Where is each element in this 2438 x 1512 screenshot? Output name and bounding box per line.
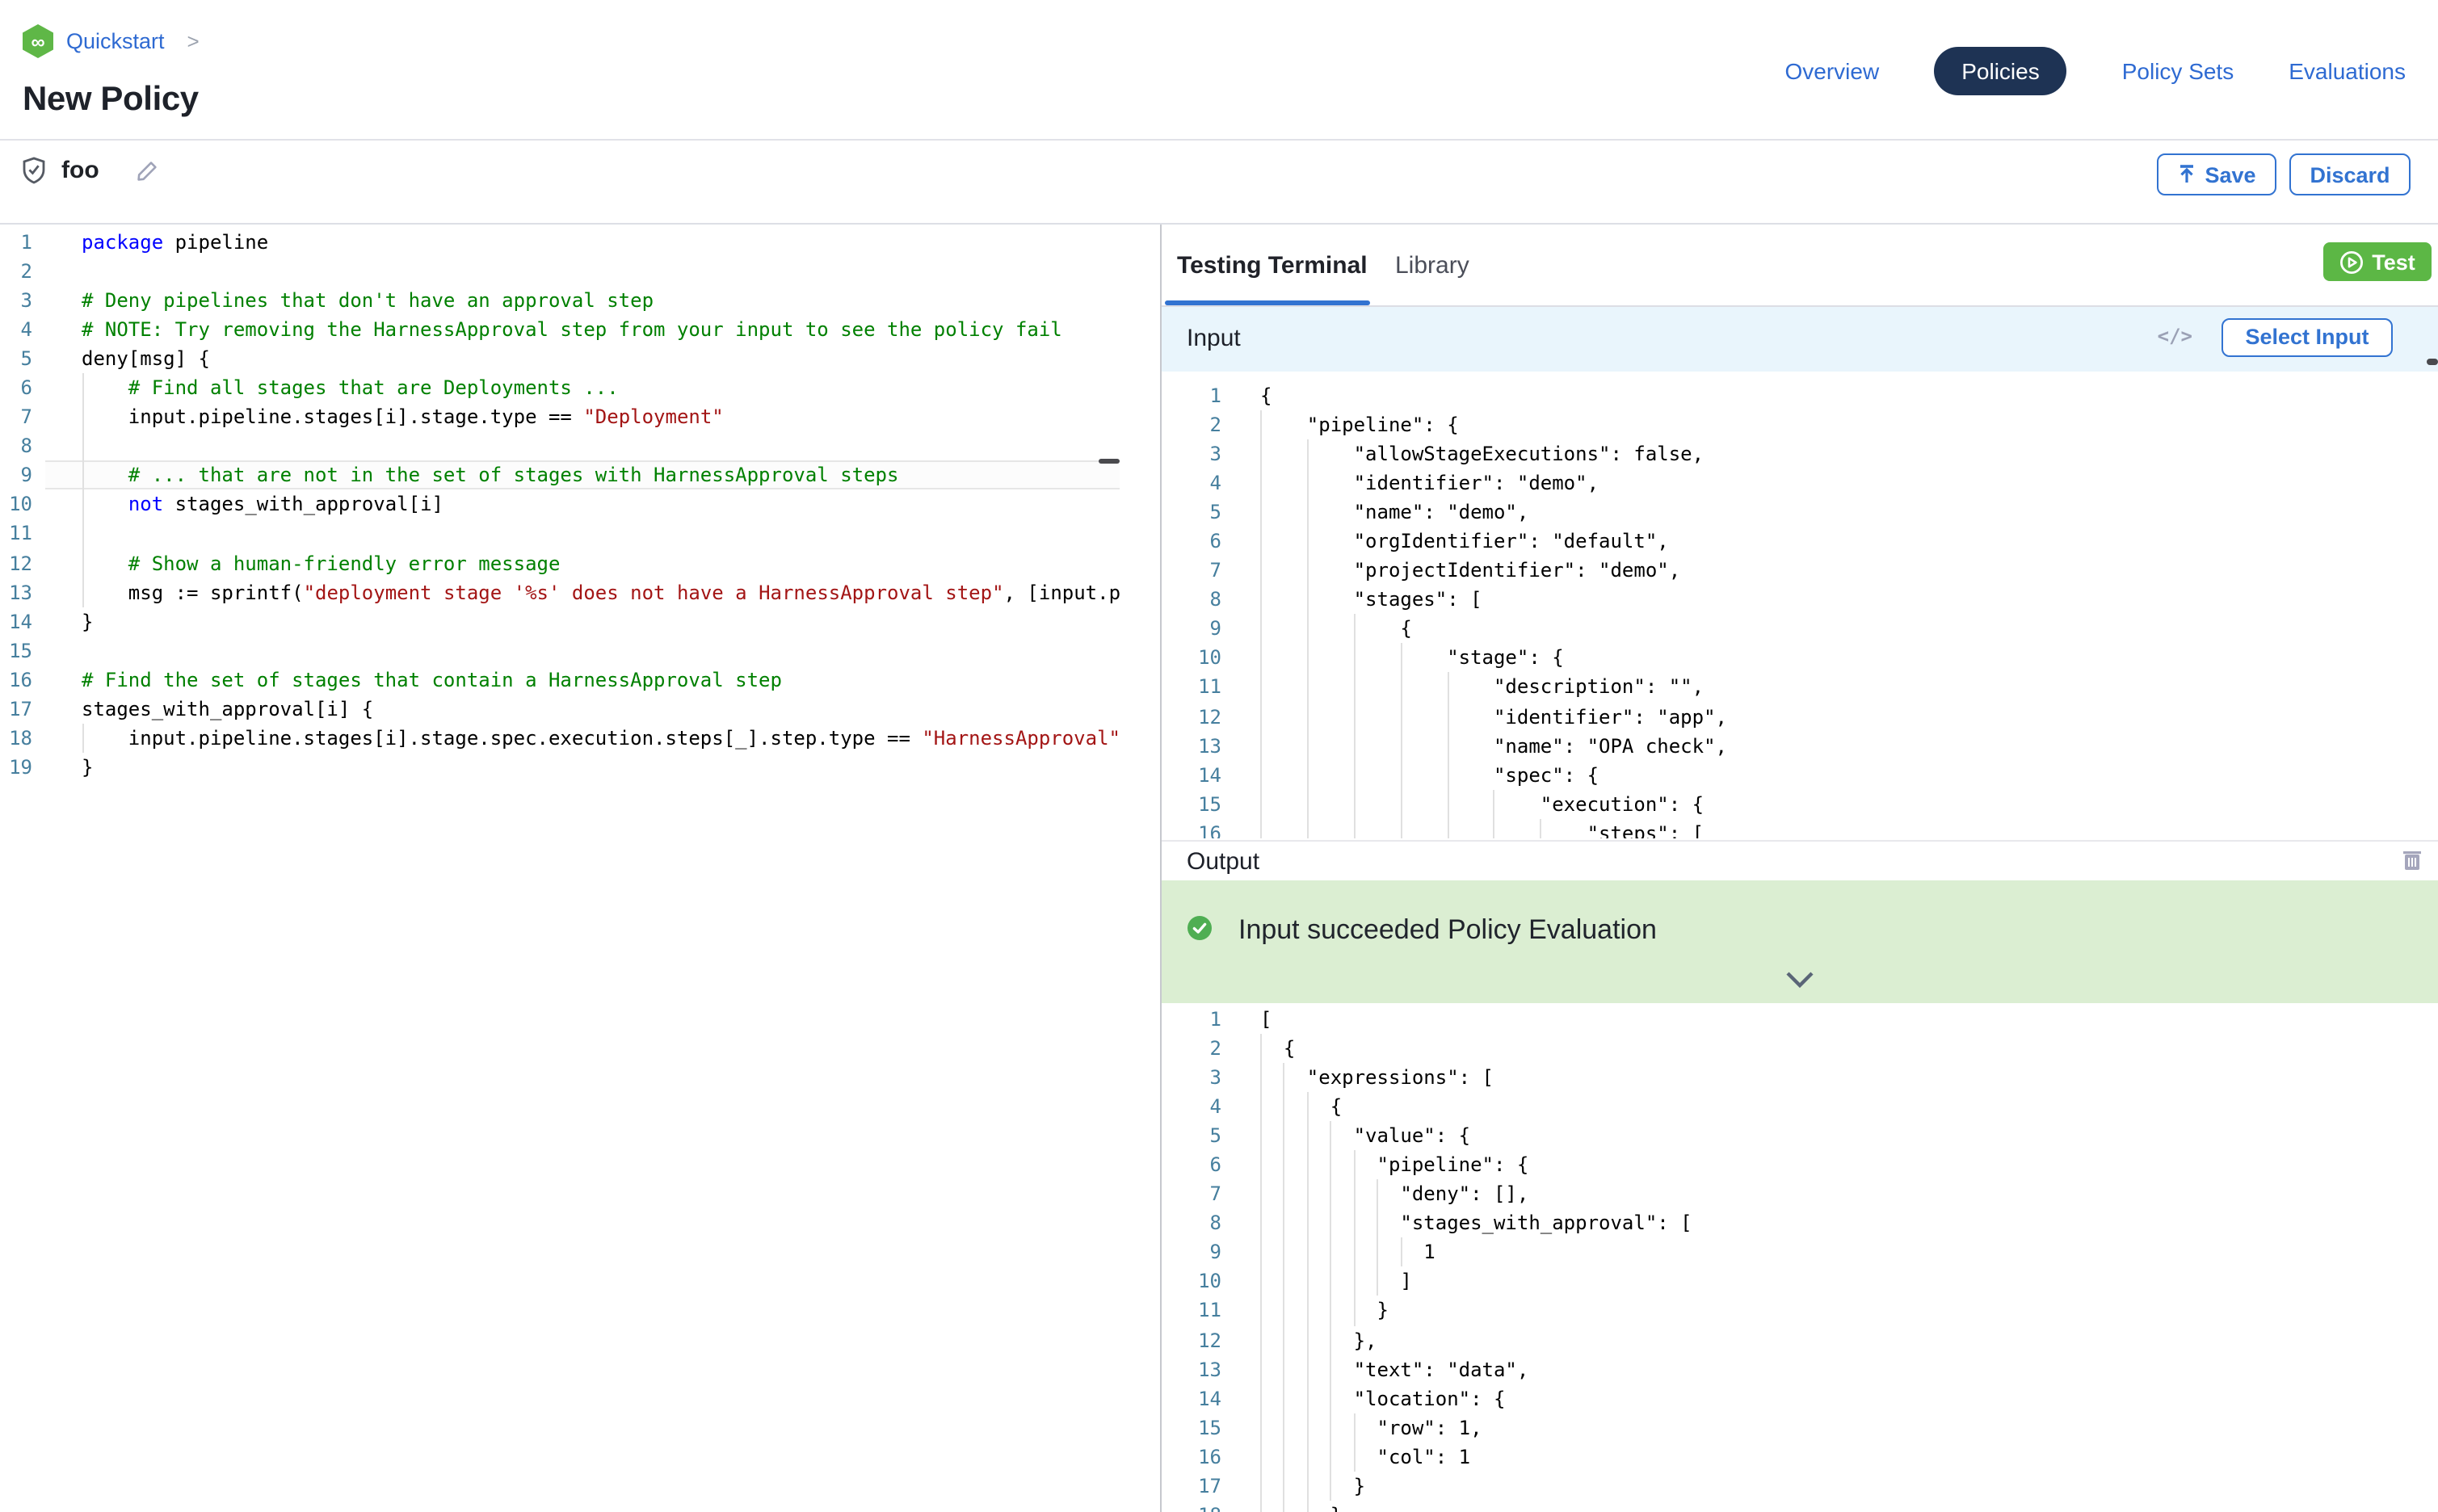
code-line: 15 "row": 1, [1162, 1413, 2438, 1442]
code-line: 13 msg := sprintf("deployment stage '%s'… [0, 578, 1121, 607]
code-line: 10 not stages_with_approval[i] [0, 490, 1121, 519]
chevron-down-icon[interactable] [1784, 970, 1814, 988]
code-line: 2 [0, 257, 1121, 286]
code-line: 3 "allowStageExecutions": false, [1162, 439, 2438, 468]
code-line: 2 { [1162, 1034, 2438, 1063]
code-line: 19} [0, 753, 1121, 782]
code-line: 10 ] [1162, 1267, 2438, 1296]
code-line: 13 "name": "OPA check", [1162, 731, 2438, 760]
code-line: 11 [0, 519, 1121, 548]
code-line: 4# NOTE: Try removing the HarnessApprova… [0, 315, 1121, 344]
evaluation-success-banner: Input succeeded Policy Evaluation [1161, 880, 2438, 1003]
code-line: 9 # ... that are not in the set of stage… [0, 461, 1121, 490]
tab-policy-sets[interactable]: Policy Sets [2122, 47, 2234, 95]
active-tab-underline [1164, 300, 1369, 305]
code-line: 9 1 [1162, 1238, 2438, 1267]
select-input-label: Select Input [2245, 325, 2369, 349]
input-json-editor[interactable]: 1{2 "pipeline": {3 "allowStageExecutions… [1162, 381, 2438, 838]
discard-button-label: Discard [2310, 162, 2390, 187]
save-button[interactable]: Save [2157, 153, 2276, 195]
toolbar-divider [0, 223, 2438, 225]
code-line: 12 "identifier": "app", [1162, 702, 2438, 731]
code-line: 5 "name": "demo", [1162, 498, 2438, 527]
code-line: 16# Find the set of stages that contain … [0, 665, 1121, 694]
output-section-bar: Output [1161, 839, 2438, 881]
harness-logo-icon: ∞ [23, 24, 53, 58]
tab-overview[interactable]: Overview [1785, 47, 1880, 95]
output-label: Output [1187, 847, 1259, 875]
tab-evaluations[interactable]: Evaluations [2289, 47, 2406, 95]
breadcrumb-project-link[interactable]: Quickstart [66, 29, 165, 53]
policy-title-group: foo [21, 157, 159, 184]
play-icon [2339, 250, 2364, 274]
code-line: 4 "identifier": "demo", [1162, 468, 2438, 498]
test-button[interactable]: Test [2323, 242, 2432, 281]
code-line: 14 "spec": { [1162, 760, 2438, 789]
tab-library[interactable]: Library [1395, 252, 1469, 279]
code-line: 9 { [1162, 615, 2438, 644]
code-line: 7 input.pipeline.stages[i].stage.type ==… [0, 403, 1121, 432]
input-label: Input [1187, 324, 1241, 351]
app-window: ∞ Quickstart > New Policy Overview Polic… [0, 0, 2438, 1512]
header-divider [0, 139, 2438, 141]
code-line: 6 "orgIdentifier": "default", [1162, 527, 2438, 556]
select-input-button[interactable]: Select Input [2222, 317, 2393, 356]
code-line: 15 "execution": { [1162, 789, 2438, 818]
code-line: 8 "stages_with_approval": [ [1162, 1209, 2438, 1238]
code-line: 17stages_with_approval[i] { [0, 695, 1121, 724]
tab-policies[interactable]: Policies [1934, 47, 2067, 95]
code-line: 7 "projectIdentifier": "demo", [1162, 556, 2438, 586]
breadcrumb-chevron-icon: > [187, 29, 200, 53]
code-line: 12 }, [1162, 1325, 2438, 1354]
code-line: 10 "stage": { [1162, 644, 2438, 673]
page-title: New Policy [23, 81, 199, 120]
code-line: 16 "steps": [ [1162, 818, 2438, 838]
code-line: 8 [0, 432, 1121, 461]
code-line: 4 { [1162, 1092, 2438, 1121]
code-line: 18 } [1162, 1501, 2438, 1512]
code-line: 3 "expressions": [ [1162, 1063, 2438, 1092]
code-line: 11 "description": "", [1162, 673, 2438, 702]
policy-code-editor[interactable]: 1package pipeline23# Deny pipelines that… [0, 228, 1121, 1512]
code-line: 1[ [1162, 1005, 2438, 1034]
input-section-bar: Input </> Select Input [1161, 306, 2438, 371]
code-view-icon[interactable]: </> [2158, 324, 2192, 346]
code-line: 5 "value": { [1162, 1121, 2438, 1150]
success-check-icon [1187, 915, 1212, 939]
upload-icon [2177, 165, 2195, 184]
code-line: 18 input.pipeline.stages[i].stage.spec.e… [0, 724, 1121, 753]
code-line: 15 [0, 636, 1121, 665]
shield-check-icon [21, 157, 47, 184]
code-line: 14} [0, 607, 1121, 636]
code-line: 1{ [1162, 381, 2438, 410]
code-line: 1package pipeline [0, 228, 1121, 257]
banner-message: Input succeeded Policy Evaluation [1238, 914, 1657, 946]
save-button-label: Save [2205, 162, 2255, 187]
output-json-editor: 1[2 {3 "expressions": [4 {5 "value": {6 … [1162, 1005, 2438, 1512]
top-nav: Overview Policies Policy Sets Evaluation… [1785, 47, 2406, 95]
code-line: 2 "pipeline": { [1162, 410, 2438, 439]
breadcrumb: ∞ Quickstart > [23, 24, 200, 58]
code-line: 6 "pipeline": { [1162, 1150, 2438, 1179]
code-line: 13 "text": "data", [1162, 1354, 2438, 1384]
code-line: 6 # Find all stages that are Deployments… [0, 373, 1121, 402]
code-line: 17 } [1162, 1472, 2438, 1501]
test-button-label: Test [2372, 250, 2415, 274]
edit-pencil-icon[interactable] [137, 159, 159, 182]
code-line: 7 "deny": [], [1162, 1180, 2438, 1209]
code-line: 14 "location": { [1162, 1384, 2438, 1413]
code-line: 11 } [1162, 1296, 2438, 1325]
code-line: 16 "col": 1 [1162, 1442, 2438, 1471]
code-line: 3# Deny pipelines that don't have an app… [0, 286, 1121, 315]
code-line: 12 # Show a human-friendly error message [0, 548, 1121, 578]
trash-icon[interactable] [2402, 849, 2422, 870]
discard-button[interactable]: Discard [2289, 153, 2411, 195]
code-line: 5deny[msg] { [0, 344, 1121, 373]
tab-testing-terminal[interactable]: Testing Terminal [1177, 252, 1368, 279]
input-scrollbar-mark[interactable] [2427, 359, 2438, 365]
overview-ruler-cursor-mark [1098, 458, 1120, 464]
policy-name: foo [61, 157, 99, 184]
code-line: 8 "stages": [ [1162, 586, 2438, 615]
